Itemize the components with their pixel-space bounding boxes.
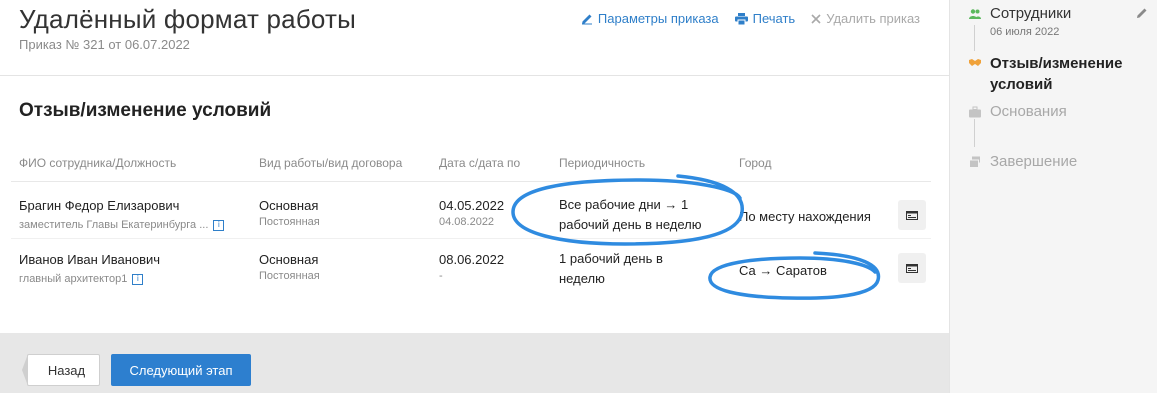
pencil-icon <box>581 14 592 24</box>
info-icon[interactable]: i <box>213 219 225 231</box>
dates-cell: 08.06.2022 - <box>439 252 504 282</box>
details-button[interactable] <box>898 253 926 283</box>
print-link[interactable]: Печать <box>734 11 796 26</box>
dates-cell: 04.05.2022 04.08.2022 <box>439 198 504 228</box>
step-employees-label: Сотрудники <box>990 5 1072 22</box>
step-completion[interactable]: Завершение <box>969 153 1077 170</box>
step-conditions[interactable]: Отзыв/изменение условий <box>969 53 1140 95</box>
page-header: Удалённый формат работы Приказ № 321 от … <box>0 0 949 76</box>
work-type-cell: Основная Постоянная <box>259 252 320 282</box>
column-header-period: Периодичность <box>559 156 646 170</box>
employee-cell: Брагин Федор Елизарович заместитель Глав… <box>19 198 225 231</box>
column-header-city: Город <box>739 156 772 170</box>
card-icon <box>906 263 918 273</box>
date-from: 08.06.2022 <box>439 252 505 267</box>
employee-name: Иванов Иван Иванович <box>19 252 161 267</box>
table-header: ФИО сотрудника/Должность Вид работы/вид … <box>11 150 931 182</box>
work-type-cell: Основная Постоянная <box>259 198 320 228</box>
handshake-icon <box>969 59 981 66</box>
employee-position-line: заместитель Главы Екатеринбурга ... i <box>19 219 225 231</box>
employees-table: ФИО сотрудника/Должность Вид работы/вид … <box>11 150 931 296</box>
briefcase-icon <box>969 106 981 118</box>
header-actions: Параметры приказа Печать Удалить приказ <box>581 11 920 26</box>
employee-name: Брагин Федор Елизарович <box>19 198 180 213</box>
step-employees-date: 06 июля 2022 <box>990 26 1060 38</box>
employee-cell: Иванов Иван Иванович главный архитектор1… <box>19 252 160 285</box>
date-to: - <box>439 270 443 282</box>
period-value: Все рабочие дни → 1 рабочий день в недел… <box>559 197 702 232</box>
footer-bar: Назад Следующий этап <box>0 333 949 393</box>
step-completion-label: Завершение <box>990 153 1078 170</box>
work-type: Основная <box>259 198 319 213</box>
order-params-label: Параметры приказа <box>597 11 719 26</box>
table-row: Иванов Иван Иванович главный архитектор1… <box>11 239 931 296</box>
close-icon <box>811 13 821 24</box>
contract-type: Постоянная <box>259 216 320 228</box>
city-value: Са → Саратов <box>739 263 827 278</box>
stack-icon <box>969 156 980 168</box>
card-icon <box>906 210 918 220</box>
city-value: По месту нахождения <box>739 209 871 224</box>
employee-position: заместитель Главы Екатеринбурга ... <box>19 219 209 231</box>
delete-order-label: Удалить приказ <box>826 11 920 26</box>
page-title: Удалённый формат работы <box>19 4 357 34</box>
step-connector <box>974 119 975 147</box>
steps-sidebar: Сотрудники 06 июля 2022 Отзыв/изменение … <box>949 0 1157 393</box>
column-header-dates: Дата с/дата по <box>439 156 521 170</box>
work-type: Основная <box>259 252 319 267</box>
delete-order-link[interactable]: Удалить приказ <box>811 11 920 26</box>
table-row: Брагин Федор Елизарович заместитель Глав… <box>11 182 931 239</box>
step-grounds[interactable]: Основания <box>969 103 1067 120</box>
users-icon <box>969 9 981 19</box>
details-button[interactable] <box>898 200 926 230</box>
employee-position: главный архитектор1 <box>19 273 128 285</box>
printer-icon <box>734 12 748 25</box>
pencil-icon[interactable] <box>1136 7 1148 19</box>
next-step-button[interactable]: Следующий этап <box>111 354 251 386</box>
column-header-work-type: Вид работы/вид договора <box>259 156 403 170</box>
order-subtitle: Приказ № 321 от 06.07.2022 <box>19 37 190 52</box>
date-from: 04.05.2022 <box>439 198 505 213</box>
step-conditions-label: Отзыв/изменение условий <box>990 55 1123 93</box>
step-employees[interactable]: Сотрудники 06 июля 2022 <box>969 5 1071 38</box>
employee-position-line: главный архитектор1 i <box>19 273 160 285</box>
main-panel: Удалённый формат работы Приказ № 321 от … <box>0 0 949 393</box>
back-button[interactable]: Назад <box>27 354 100 386</box>
date-to: 04.08.2022 <box>439 216 495 228</box>
contract-type: Постоянная <box>259 270 320 282</box>
column-header-name: ФИО сотрудника/Должность <box>19 156 177 170</box>
print-label: Печать <box>752 11 796 26</box>
period-value: 1 рабочий день в неделю <box>559 251 663 286</box>
section-title: Отзыв/изменение условий <box>19 100 272 121</box>
order-params-link[interactable]: Параметры приказа <box>581 11 719 26</box>
info-icon[interactable]: i <box>132 273 144 285</box>
step-grounds-label: Основания <box>990 103 1067 120</box>
